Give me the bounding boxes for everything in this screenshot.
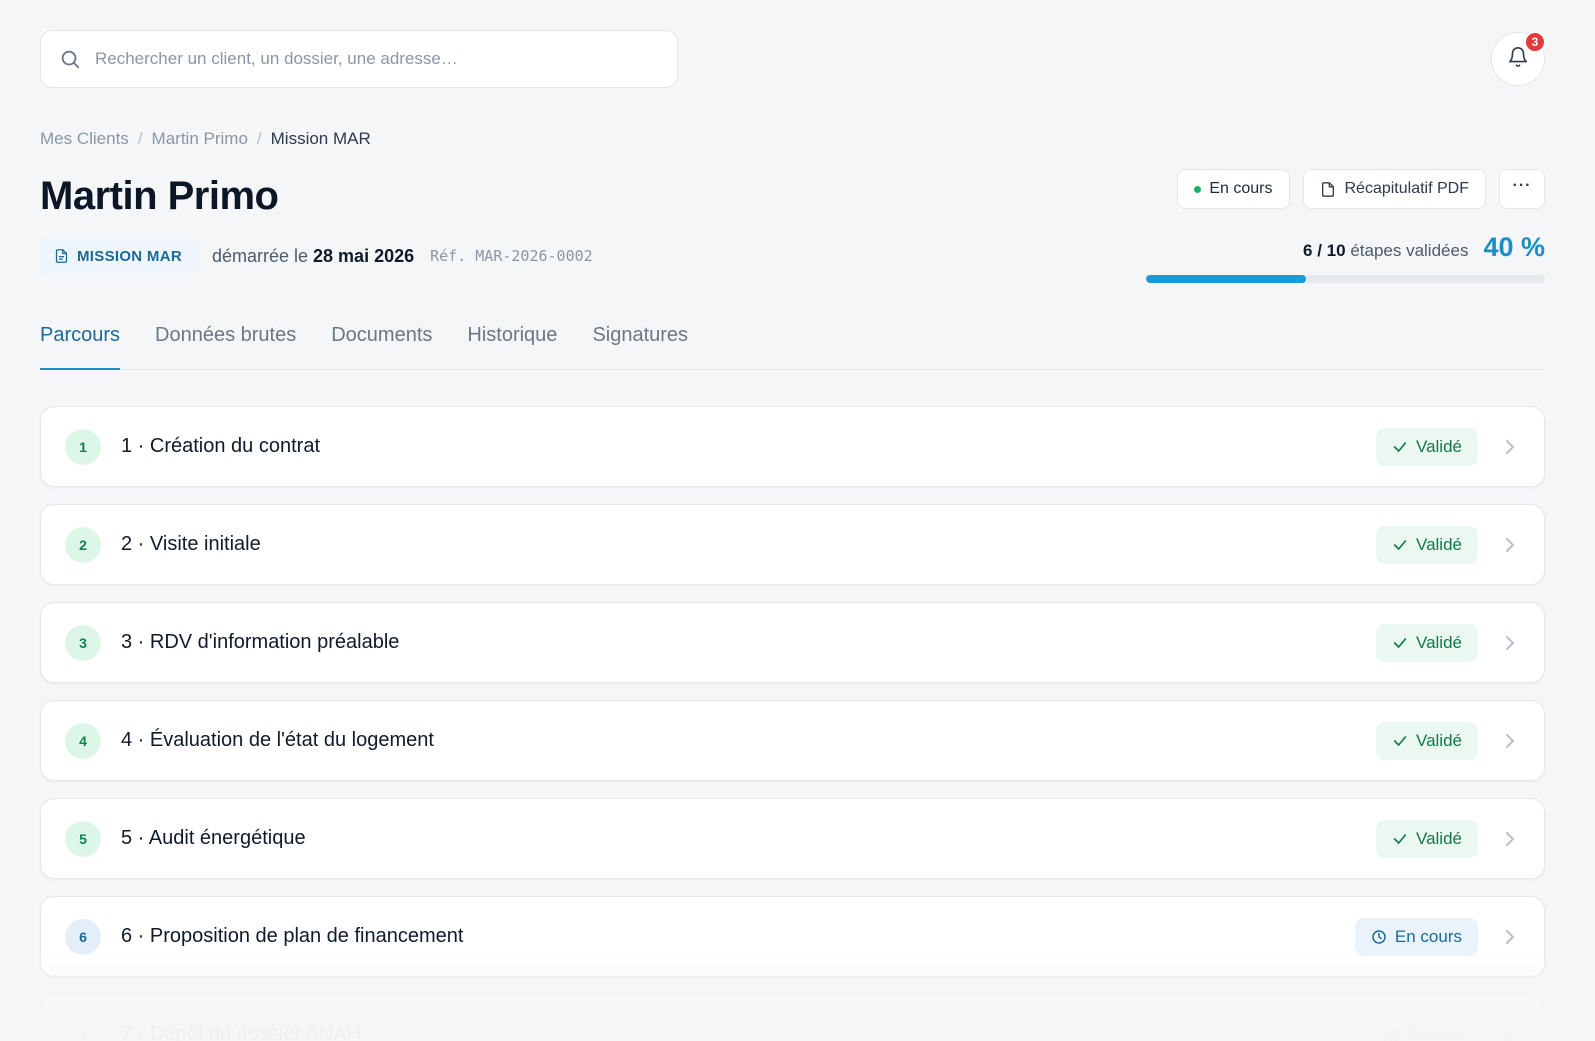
step-number: 1: [65, 428, 101, 465]
check-icon: [1393, 441, 1407, 452]
tab-documents[interactable]: Documents: [331, 320, 432, 370]
status-button[interactable]: En cours: [1177, 169, 1290, 209]
step-number: 7: [65, 1016, 101, 1041]
breadcrumb-item-mes-clients[interactable]: Mes Clients: [40, 129, 129, 149]
check-icon: [1393, 637, 1407, 648]
breadcrumb: Mes Clients / Martin Primo / Mission MAR: [40, 129, 371, 149]
pdf-summary-label: Récapitulatif PDF: [1344, 180, 1470, 197]
tab-historique[interactable]: Historique: [467, 320, 557, 370]
step-row[interactable]: 2 2 · Visite initiale Validé: [40, 504, 1545, 585]
step-label: 6 · Proposition de plan de financement: [121, 925, 464, 947]
notification-count-badge: 3: [1524, 31, 1546, 53]
search-icon: [59, 48, 81, 70]
chevron-right-icon: [1500, 635, 1520, 651]
start-date-value: 28 mai 2026: [313, 245, 415, 266]
chevron-right-icon: [1500, 1027, 1520, 1041]
progress-percent: 40 %: [1483, 232, 1545, 262]
status-badge-label: Validé: [1416, 534, 1462, 554]
clock-icon: [1372, 929, 1386, 944]
step-number: 2: [65, 526, 101, 563]
tab-donnees-brutes[interactable]: Données brutes: [155, 320, 296, 370]
check-icon: [1393, 833, 1407, 844]
status-badge: Validé: [1376, 525, 1478, 564]
bell-icon: [1507, 46, 1529, 73]
chevron-right-icon: [1500, 929, 1520, 945]
step-label: 5 · Audit énergétique: [121, 827, 306, 849]
chevron-right-icon: [1500, 733, 1520, 749]
status-badge: Validé: [1376, 623, 1478, 662]
mission-tag-label: MISSION MAR: [77, 247, 182, 265]
status-badge-label: Validé: [1416, 436, 1462, 456]
status-badge-label: Validé: [1416, 632, 1462, 652]
search-bar[interactable]: [40, 30, 678, 88]
step-row[interactable]: 1 1 · Création du contrat Validé: [40, 406, 1545, 487]
breadcrumb-item-current: Mission MAR: [270, 129, 371, 148]
start-date-prefix: démarrée le: [211, 245, 309, 266]
chevron-right-icon: [1500, 439, 1520, 455]
step-label: 7 · Dépôt du dossier ANAH: [121, 1023, 362, 1041]
mission-reference: Réf. MAR-2026-0002: [430, 247, 593, 265]
breadcrumb-separator: /: [137, 129, 143, 148]
step-row[interactable]: 6 6 · Proposition de plan de financement…: [40, 896, 1545, 977]
status-badge-label: En cours: [1394, 926, 1462, 946]
search-input[interactable]: [95, 49, 677, 69]
step-number: 6: [65, 918, 101, 955]
more-options-button[interactable]: ···: [1499, 169, 1545, 209]
status-label: En cours: [1209, 180, 1273, 197]
progress-label: étapes validées: [1350, 241, 1469, 260]
step-label: 1 · Création du contrat: [121, 435, 320, 457]
header-actions: En cours Récapitulatif PDF ···: [1177, 169, 1545, 209]
step-row[interactable]: 5 5 · Audit énergétique Validé: [40, 798, 1545, 879]
mission-tag: MISSION MAR: [40, 238, 196, 274]
tab-parcours[interactable]: Parcours: [40, 320, 121, 370]
check-icon: [1393, 735, 1407, 746]
lock-icon: [1389, 1028, 1399, 1041]
step-row[interactable]: 7 7 · Dépôt du dossier ANAH À venir: [40, 994, 1545, 1041]
progress-bar: [1146, 275, 1545, 283]
step-number: 5: [65, 820, 101, 857]
chevron-right-icon: [1500, 831, 1520, 847]
pdf-summary-button[interactable]: Récapitulatif PDF: [1302, 169, 1486, 209]
step-label: 2 · Visite initiale: [121, 533, 261, 555]
more-icon: ···: [1512, 177, 1532, 194]
status-dot-icon: [1194, 185, 1202, 193]
start-date: démarrée le 28 mai 2026: [212, 246, 414, 267]
breadcrumb-separator: /: [256, 129, 262, 148]
status-badge: Validé: [1376, 427, 1478, 466]
step-label: 4 · Évaluation de l'état du logement: [121, 729, 434, 751]
page-title: Martin Primo: [40, 174, 279, 218]
status-badge: Validé: [1376, 721, 1478, 760]
step-row[interactable]: 4 4 · Évaluation de l'état du logement V…: [40, 700, 1545, 781]
tab-bar: Parcours Données brutes Documents Histor…: [40, 320, 1545, 370]
chevron-right-icon: [1500, 537, 1520, 553]
document-icon: [55, 249, 68, 263]
check-icon: [1393, 539, 1407, 550]
step-row[interactable]: 3 3 · RDV d'information préalable Validé: [40, 602, 1545, 683]
status-badge-label: À venir: [1409, 1024, 1462, 1041]
mission-meta: MISSION MAR démarrée le 28 mai 2026 Réf.…: [40, 238, 593, 274]
status-badge-label: Validé: [1416, 828, 1462, 848]
file-icon: [1321, 181, 1334, 197]
notifications-button[interactable]: 3: [1491, 31, 1546, 86]
breadcrumb-item-client[interactable]: Martin Primo: [152, 129, 248, 149]
step-list: 1 1 · Création du contrat Validé 2 2 · V…: [40, 406, 1545, 1041]
status-badge: Validé: [1376, 819, 1478, 858]
step-label: 3 · RDV d'information préalable: [121, 631, 400, 653]
page: 3 Mes Clients / Martin Primo / Mission M…: [0, 0, 1595, 1041]
progress-bar-fill: [1146, 275, 1306, 283]
progress-text: 6 / 10 étapes validées: [1303, 241, 1468, 261]
progress-total: 10: [1326, 241, 1346, 260]
status-badge-label: Validé: [1416, 730, 1462, 750]
step-number: 3: [65, 624, 101, 661]
status-badge: À venir: [1371, 1015, 1478, 1041]
status-badge: En cours: [1354, 917, 1478, 956]
tab-signatures[interactable]: Signatures: [592, 320, 688, 370]
progress-summary: 6 / 10 étapes validées 40 %: [1146, 232, 1545, 283]
step-number: 4: [65, 722, 101, 759]
